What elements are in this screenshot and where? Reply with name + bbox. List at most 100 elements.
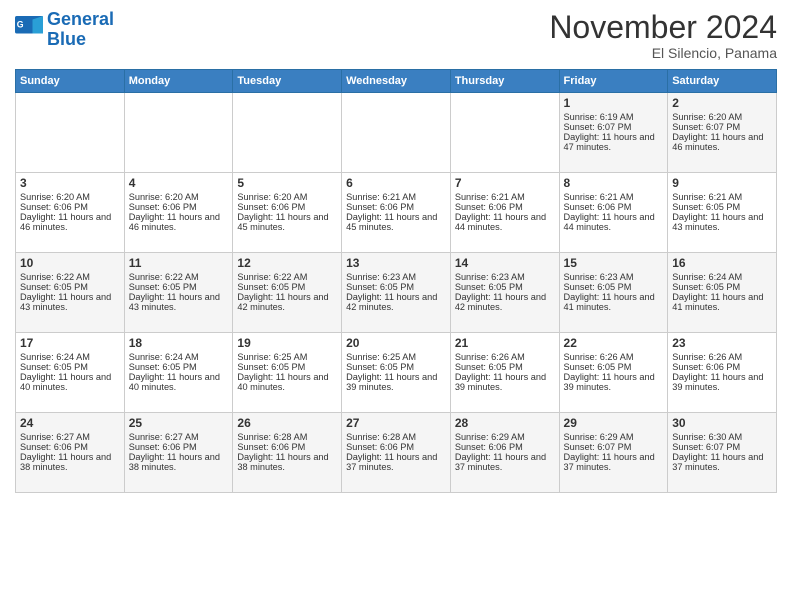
- day-number: 18: [129, 336, 229, 350]
- sunrise-text: Sunrise: 6:24 AM: [672, 272, 772, 282]
- daylight-text: Daylight: 11 hours and 39 minutes.: [564, 372, 664, 392]
- week-row-3: 10Sunrise: 6:22 AMSunset: 6:05 PMDayligh…: [16, 253, 777, 333]
- calendar-table: SundayMondayTuesdayWednesdayThursdayFrid…: [15, 69, 777, 493]
- sunrise-text: Sunrise: 6:23 AM: [346, 272, 446, 282]
- calendar-cell: [233, 93, 342, 173]
- sunrise-text: Sunrise: 6:26 AM: [455, 352, 555, 362]
- daylight-text: Daylight: 11 hours and 43 minutes.: [20, 292, 120, 312]
- daylight-text: Daylight: 11 hours and 43 minutes.: [672, 212, 772, 232]
- sunrise-text: Sunrise: 6:20 AM: [672, 112, 772, 122]
- sunset-text: Sunset: 6:06 PM: [672, 362, 772, 372]
- day-number: 29: [564, 416, 664, 430]
- daylight-text: Daylight: 11 hours and 46 minutes.: [672, 132, 772, 152]
- calendar-cell: 25Sunrise: 6:27 AMSunset: 6:06 PMDayligh…: [124, 413, 233, 493]
- calendar-cell: 29Sunrise: 6:29 AMSunset: 6:07 PMDayligh…: [559, 413, 668, 493]
- daylight-text: Daylight: 11 hours and 42 minutes.: [346, 292, 446, 312]
- sunset-text: Sunset: 6:05 PM: [455, 362, 555, 372]
- daylight-text: Daylight: 11 hours and 46 minutes.: [129, 212, 229, 232]
- sunrise-text: Sunrise: 6:21 AM: [455, 192, 555, 202]
- day-header-tuesday: Tuesday: [233, 70, 342, 93]
- calendar-cell: 6Sunrise: 6:21 AMSunset: 6:06 PMDaylight…: [342, 173, 451, 253]
- calendar-cell: 21 Sunrise: 6:26 AMSunset: 6:05 PMDayligh…: [450, 333, 559, 413]
- day-header-friday: Friday: [559, 70, 668, 93]
- calendar-cell: 27Sunrise: 6:28 AMSunset: 6:06 PMDayligh…: [342, 413, 451, 493]
- day-number: 22: [564, 336, 664, 350]
- sunrise-text: Sunrise: 6:23 AM: [564, 272, 664, 282]
- sunset-text: Sunset: 6:06 PM: [346, 442, 446, 452]
- calendar-cell: [450, 93, 559, 173]
- daylight-text: Daylight: 11 hours and 42 minutes.: [237, 292, 337, 312]
- day-number: 6: [346, 176, 446, 190]
- calendar-cell: 17Sunrise: 6:24 AMSunset: 6:05 PMDayligh…: [16, 333, 125, 413]
- calendar-cell: 18Sunrise: 6:24 AMSunset: 6:05 PMDayligh…: [124, 333, 233, 413]
- sunset-text: Sunset: 6:06 PM: [20, 202, 120, 212]
- day-header-saturday: Saturday: [668, 70, 777, 93]
- sunrise-text: Sunrise: 6:22 AM: [237, 272, 337, 282]
- daylight-text: Daylight: 11 hours and 39 minutes.: [346, 372, 446, 392]
- logo: G General Blue: [15, 10, 114, 50]
- calendar-header-row: SundayMondayTuesdayWednesdayThursdayFrid…: [16, 70, 777, 93]
- location: El Silencio, Panama: [549, 45, 777, 61]
- day-number: 26: [237, 416, 337, 430]
- calendar-cell: 26Sunrise: 6:28 AMSunset: 6:06 PMDayligh…: [233, 413, 342, 493]
- calendar-cell: 20Sunrise: 6:25 AMSunset: 6:05 PMDayligh…: [342, 333, 451, 413]
- sunrise-text: Sunrise: 6:22 AM: [20, 272, 120, 282]
- calendar-cell: 19Sunrise: 6:25 AMSunset: 6:05 PMDayligh…: [233, 333, 342, 413]
- calendar-cell: [342, 93, 451, 173]
- calendar-cell: 5Sunrise: 6:20 AMSunset: 6:06 PMDaylight…: [233, 173, 342, 253]
- sunrise-text: Sunrise: 6:20 AM: [129, 192, 229, 202]
- daylight-text: Daylight: 11 hours and 41 minutes.: [564, 292, 664, 312]
- sunrise-text: Sunrise: 6:29 AM: [455, 432, 555, 442]
- sunrise-text: Sunrise: 6:21 AM: [346, 192, 446, 202]
- sunset-text: Sunset: 6:07 PM: [672, 122, 772, 132]
- daylight-text: Daylight: 11 hours and 45 minutes.: [346, 212, 446, 232]
- daylight-text: Daylight: 11 hours and 39 minutes.: [455, 372, 555, 392]
- day-number: 1: [564, 96, 664, 110]
- day-header-wednesday: Wednesday: [342, 70, 451, 93]
- day-number: 21: [455, 336, 555, 350]
- calendar-cell: 14Sunrise: 6:23 AMSunset: 6:05 PMDayligh…: [450, 253, 559, 333]
- sunset-text: Sunset: 6:06 PM: [20, 442, 120, 452]
- logo-text: General Blue: [47, 10, 114, 50]
- sunrise-text: Sunrise: 6:22 AM: [129, 272, 229, 282]
- title-block: November 2024 El Silencio, Panama: [549, 10, 777, 61]
- sunset-text: Sunset: 6:05 PM: [20, 282, 120, 292]
- sunset-text: Sunset: 6:05 PM: [564, 362, 664, 372]
- sunset-text: Sunset: 6:06 PM: [455, 442, 555, 452]
- sunrise-text: Sunrise: 6:21 AM: [672, 192, 772, 202]
- daylight-text: Daylight: 11 hours and 46 minutes.: [20, 212, 120, 232]
- logo-line2: Blue: [47, 29, 86, 49]
- day-number: 16: [672, 256, 772, 270]
- sunset-text: Sunset: 6:06 PM: [455, 202, 555, 212]
- calendar-cell: 15Sunrise: 6:23 AMSunset: 6:05 PMDayligh…: [559, 253, 668, 333]
- day-number: 4: [129, 176, 229, 190]
- sunset-text: Sunset: 6:05 PM: [129, 282, 229, 292]
- sunset-text: Sunset: 6:05 PM: [129, 362, 229, 372]
- sunrise-text: Sunrise: 6:20 AM: [20, 192, 120, 202]
- calendar-cell: 11Sunrise: 6:22 AMSunset: 6:05 PMDayligh…: [124, 253, 233, 333]
- sunrise-text: Sunrise: 6:21 AM: [564, 192, 664, 202]
- sunset-text: Sunset: 6:07 PM: [564, 442, 664, 452]
- sunrise-text: Sunrise: 6:26 AM: [564, 352, 664, 362]
- day-number: 19: [237, 336, 337, 350]
- sunset-text: Sunset: 6:05 PM: [20, 362, 120, 372]
- sunrise-text: Sunrise: 6:27 AM: [20, 432, 120, 442]
- week-row-4: 17Sunrise: 6:24 AMSunset: 6:05 PMDayligh…: [16, 333, 777, 413]
- sunset-text: Sunset: 6:05 PM: [237, 362, 337, 372]
- logo-icon: G: [15, 16, 43, 44]
- day-number: 14: [455, 256, 555, 270]
- sunset-text: Sunset: 6:06 PM: [129, 202, 229, 212]
- day-number: 10: [20, 256, 120, 270]
- sunrise-text: Sunrise: 6:25 AM: [346, 352, 446, 362]
- calendar-cell: 22 Sunrise: 6:26 AMSunset: 6:05 PMDayligh…: [559, 333, 668, 413]
- sunset-text: Sunset: 6:07 PM: [672, 442, 772, 452]
- day-number: 17: [20, 336, 120, 350]
- daylight-text: Daylight: 11 hours and 38 minutes.: [20, 452, 120, 472]
- day-number: 30: [672, 416, 772, 430]
- sunrise-text: Sunrise: 6:19 AM: [564, 112, 664, 122]
- calendar-cell: 12Sunrise: 6:22 AMSunset: 6:05 PMDayligh…: [233, 253, 342, 333]
- sunrise-text: Sunrise: 6:24 AM: [129, 352, 229, 362]
- daylight-text: Daylight: 11 hours and 37 minutes.: [455, 452, 555, 472]
- sunset-text: Sunset: 6:05 PM: [672, 202, 772, 212]
- calendar-cell: 7Sunrise: 6:21 AMSunset: 6:06 PMDaylight…: [450, 173, 559, 253]
